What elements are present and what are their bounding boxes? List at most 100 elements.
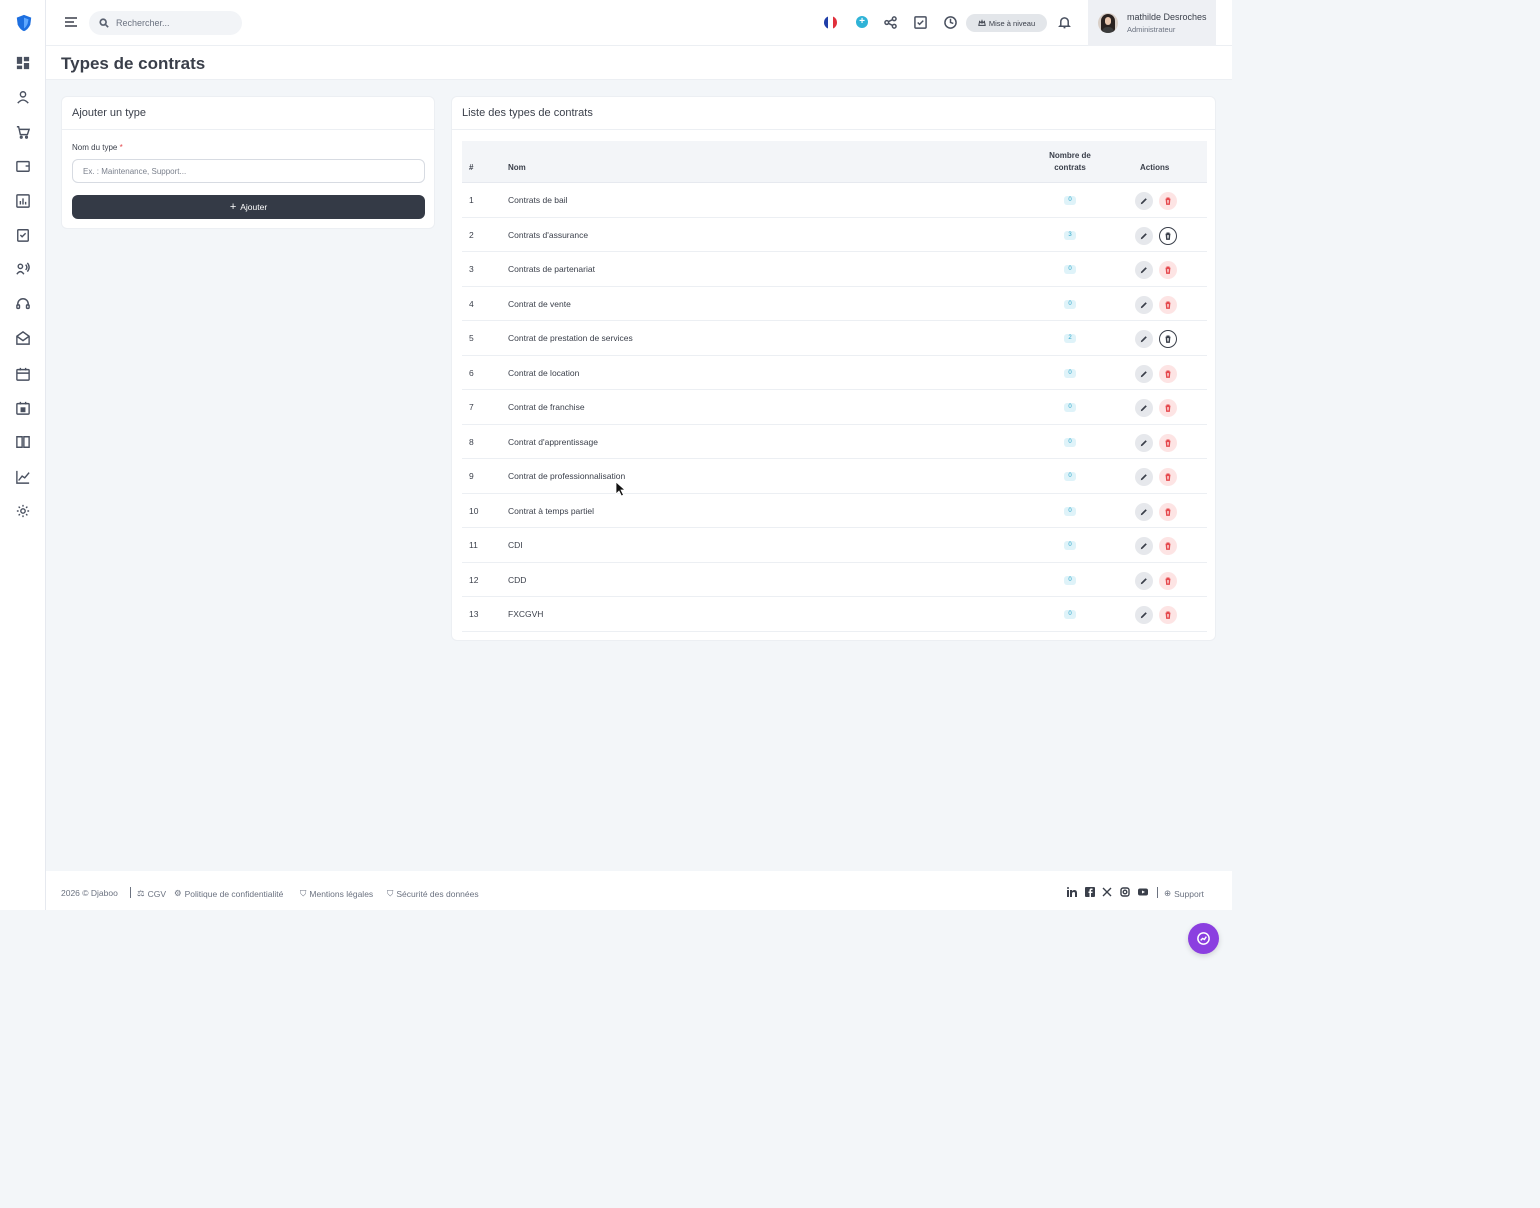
line-chart-icon[interactable] xyxy=(14,468,32,486)
search-box[interactable] xyxy=(89,11,242,35)
delete-button[interactable] xyxy=(1159,433,1177,452)
col-name: Nom xyxy=(508,163,526,172)
delete-button[interactable] xyxy=(1159,330,1177,348)
clipboard-check-icon[interactable] xyxy=(14,226,32,244)
dashboard-icon[interactable] xyxy=(14,54,32,72)
pencil-icon xyxy=(1140,232,1148,240)
delete-button[interactable] xyxy=(1159,226,1177,245)
settings-icon[interactable] xyxy=(14,502,32,520)
support-label: Support xyxy=(1174,888,1204,899)
edit-button[interactable] xyxy=(1135,468,1153,486)
edit-button[interactable] xyxy=(1135,399,1153,417)
delete-button[interactable] xyxy=(1159,192,1177,210)
delete-button[interactable] xyxy=(1159,571,1177,590)
row-index: 4 xyxy=(469,298,474,309)
edit-button[interactable] xyxy=(1135,433,1153,452)
table-row: 7 Contrat de franchise 0 xyxy=(462,390,1207,425)
delete-button[interactable] xyxy=(1159,399,1177,417)
task-check-icon[interactable] xyxy=(913,15,927,29)
row-name: Contrats d'assurance xyxy=(508,229,589,240)
row-name: Contrat de location xyxy=(508,367,580,378)
edit-button[interactable] xyxy=(1135,192,1153,210)
wallet-icon[interactable] xyxy=(14,157,32,175)
share-icon[interactable] xyxy=(883,15,897,29)
top-header: + Mise à niveau mathilde Desroches Admin… xyxy=(46,0,1232,46)
clock-icon[interactable] xyxy=(943,15,957,29)
mail-open-icon[interactable] xyxy=(14,329,32,347)
edit-button[interactable] xyxy=(1135,330,1153,348)
upgrade-button[interactable]: Mise à niveau xyxy=(966,14,1047,32)
logo-icon[interactable] xyxy=(15,14,33,32)
book-icon[interactable] xyxy=(14,433,32,451)
edit-button[interactable] xyxy=(1135,295,1153,314)
privacy-icon: ⚙ xyxy=(174,888,182,898)
table-header: # Nom Nombre de contrats Actions xyxy=(462,141,1207,183)
edit-button[interactable] xyxy=(1135,537,1153,555)
user-menu[interactable]: mathilde Desroches Administrateur xyxy=(1088,0,1216,46)
page-title-bar: Types de contrats xyxy=(46,46,1232,80)
edit-button[interactable] xyxy=(1135,571,1153,590)
calendar-icon[interactable] xyxy=(14,365,32,383)
team-icon[interactable] xyxy=(14,260,32,278)
contract-count-badge: 2 xyxy=(1064,334,1076,343)
delete-button[interactable] xyxy=(1159,606,1177,624)
trash-icon xyxy=(1164,231,1172,240)
row-index: 13 xyxy=(469,609,479,619)
contract-count-badge: 0 xyxy=(1064,506,1076,516)
edit-button[interactable] xyxy=(1135,226,1153,245)
pencil-icon xyxy=(1140,370,1148,378)
table-row: 8 Contrat d'apprentissage 0 xyxy=(462,425,1207,459)
delete-button[interactable] xyxy=(1159,364,1177,383)
sidebar xyxy=(0,0,46,910)
trash-icon xyxy=(1164,542,1172,550)
edit-button[interactable] xyxy=(1135,261,1153,279)
type-name-label-text: Nom du type xyxy=(72,143,118,152)
contract-count-badge: 0 xyxy=(1064,575,1076,585)
security-link[interactable]: ⛉ Sécurité des données xyxy=(387,888,479,899)
delete-button[interactable] xyxy=(1159,295,1177,314)
edit-button[interactable] xyxy=(1135,364,1153,383)
flag-fr-icon[interactable] xyxy=(824,16,837,29)
row-index: 8 xyxy=(469,436,474,447)
bar-chart-icon[interactable] xyxy=(14,192,32,210)
shield-check-icon: ⛉ xyxy=(387,888,394,898)
pencil-icon xyxy=(1140,266,1148,274)
cgv-link[interactable]: ⚖ CGV xyxy=(137,888,166,899)
add-type-title: Ajouter un type xyxy=(62,97,434,130)
edit-button[interactable] xyxy=(1135,606,1153,624)
instagram-icon[interactable] xyxy=(1120,887,1130,897)
add-type-button[interactable]: + Ajouter xyxy=(72,195,425,219)
trash-icon xyxy=(1164,404,1172,412)
type-name-input[interactable] xyxy=(72,159,425,183)
facebook-icon[interactable] xyxy=(1085,887,1095,897)
plus-icon: + xyxy=(229,201,237,213)
table-row: 13 FXCGVH 0 xyxy=(462,597,1207,632)
cart-icon[interactable] xyxy=(14,123,32,141)
edit-button[interactable] xyxy=(1135,502,1153,521)
row-index: 9 xyxy=(469,471,474,481)
row-index: 11 xyxy=(469,540,478,550)
headset-icon[interactable] xyxy=(14,295,32,313)
delete-button[interactable] xyxy=(1159,537,1177,555)
delete-button[interactable] xyxy=(1159,261,1177,279)
x-twitter-icon[interactable] xyxy=(1102,887,1112,897)
add-icon[interactable]: + xyxy=(856,16,868,28)
chat-assistant-button[interactable] xyxy=(1188,923,1219,954)
calendar-check-icon[interactable] xyxy=(14,399,32,417)
table-body: 1 Contrats de bail 0 2 Contrats d'assurance 3… xyxy=(462,183,1207,632)
pencil-icon xyxy=(1140,301,1148,309)
privacy-link[interactable]: ⚙ Politique de confidentialité xyxy=(174,888,283,899)
search-input[interactable] xyxy=(116,18,236,28)
linkedin-icon[interactable] xyxy=(1067,887,1077,897)
support-link[interactable]: ⊕ Support xyxy=(1164,888,1204,899)
menu-icon[interactable] xyxy=(64,15,78,29)
user-icon[interactable] xyxy=(14,88,32,106)
delete-button[interactable] xyxy=(1159,502,1177,521)
legal-link[interactable]: ⛉ Mentions légales xyxy=(300,888,373,899)
bell-icon[interactable] xyxy=(1057,15,1071,29)
youtube-icon[interactable] xyxy=(1138,887,1148,897)
pencil-icon xyxy=(1140,197,1148,205)
delete-button[interactable] xyxy=(1159,468,1177,486)
type-name-label: Nom du type * xyxy=(72,143,123,152)
footer: 2026 © Djaboo ⚖ CGV ⚙ Politique de confide… xyxy=(46,871,1232,910)
